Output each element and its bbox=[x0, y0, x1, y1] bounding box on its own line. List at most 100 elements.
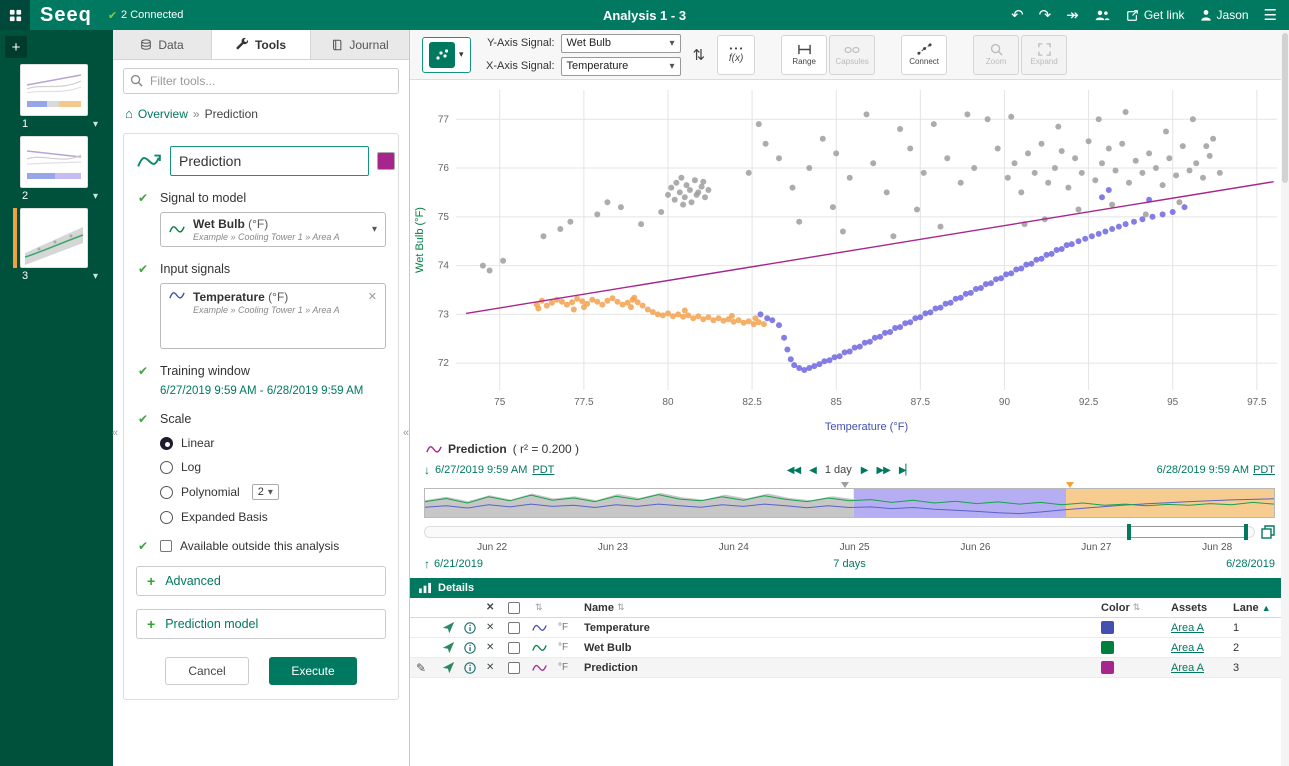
step-to-end-button[interactable]: ▶▏ bbox=[899, 465, 912, 476]
trend-signal-icon[interactable] bbox=[442, 661, 464, 674]
connection-status[interactable]: ✔ 2 Connected bbox=[108, 9, 184, 22]
user-menu[interactable]: Jason bbox=[1200, 8, 1249, 22]
x-axis-signal-select[interactable]: Temperature▾ bbox=[561, 57, 681, 76]
assets-column-header[interactable]: Assets bbox=[1171, 602, 1233, 614]
region-marker-orange[interactable] bbox=[1066, 482, 1074, 488]
table-row-temperature[interactable]: ✕ °F Temperature Area A 1 bbox=[410, 618, 1289, 638]
step-forward-button[interactable]: ▶ bbox=[861, 465, 868, 476]
collapse-tools-panel-handle[interactable]: « bbox=[403, 427, 409, 439]
scrollbar-handle-left[interactable] bbox=[1127, 524, 1131, 540]
step-forward-full-button[interactable]: ▶▶ bbox=[876, 465, 889, 476]
signal-name[interactable]: Prediction bbox=[584, 662, 1101, 674]
home-icon[interactable]: ⌂ bbox=[125, 106, 133, 121]
edit-icon[interactable]: ✎ bbox=[416, 661, 442, 675]
input-signals-box[interactable]: Temperature (°F) Example » Cooling Tower… bbox=[160, 283, 386, 349]
tab-data[interactable]: Data bbox=[113, 30, 212, 59]
color-swatch[interactable] bbox=[1101, 621, 1114, 634]
scrollbar-handle-right[interactable] bbox=[1244, 524, 1248, 540]
info-icon[interactable] bbox=[464, 662, 486, 674]
investigate-range-button[interactable] bbox=[1261, 525, 1275, 539]
fx-function-button[interactable]: f(x) bbox=[717, 35, 755, 75]
investigate-end-date[interactable]: 6/28/2019 bbox=[1226, 558, 1275, 570]
worksheet-thumbnail-1[interactable]: 1▾ bbox=[20, 64, 100, 130]
breadcrumb-overview-link[interactable]: Overview bbox=[138, 107, 188, 121]
step-size-label[interactable]: 1 day bbox=[825, 464, 852, 476]
color-swatch-button[interactable] bbox=[377, 152, 395, 170]
polynomial-degree-select[interactable]: 2▾ bbox=[252, 484, 279, 500]
signal-name[interactable]: Temperature bbox=[584, 622, 1101, 634]
hamburger-menu-button[interactable]: ☰ bbox=[1264, 8, 1277, 23]
cancel-button[interactable]: Cancel bbox=[165, 657, 249, 685]
scale-option-polynomial[interactable]: Polynomial 2▾ bbox=[160, 484, 386, 500]
time-scrollbar-window[interactable] bbox=[1128, 526, 1247, 538]
row-checkbox[interactable] bbox=[508, 642, 520, 654]
row-checkbox[interactable] bbox=[508, 662, 520, 674]
display-range-end[interactable]: 6/28/2019 9:59 AM bbox=[1157, 464, 1249, 476]
signal-to-model-select[interactable]: Wet Bulb (°F) Example » Cooling Tower 1 … bbox=[160, 212, 386, 247]
chart-type-button[interactable]: ▾ bbox=[422, 37, 471, 73]
scatter-chart[interactable]: 7577.58082.58587.59092.59597.57273747576… bbox=[410, 80, 1289, 438]
tool-name-input[interactable] bbox=[170, 146, 369, 176]
capsules-button[interactable]: Capsules bbox=[829, 35, 875, 75]
trend-signal-icon[interactable] bbox=[442, 621, 464, 634]
sort-icon[interactable]: ⇅ bbox=[617, 602, 625, 613]
step-back-full-button[interactable]: ◀◀ bbox=[787, 465, 800, 476]
sort-icon[interactable]: ⇅ bbox=[1133, 602, 1141, 613]
investigate-duration[interactable]: 7 days bbox=[833, 558, 865, 570]
training-end-link[interactable]: 6/28/2019 9:59 AM bbox=[267, 385, 364, 397]
chart-legend[interactable]: Prediction ( r² = 0.200 ) bbox=[410, 438, 1289, 460]
redo-button[interactable]: ↷ bbox=[1039, 8, 1052, 23]
table-row-prediction[interactable]: ✎ ✕ °F Prediction Area A 3 bbox=[410, 658, 1289, 678]
info-icon[interactable] bbox=[464, 622, 486, 634]
remove-icon[interactable]: ✕ bbox=[486, 642, 508, 653]
sort-type-icon[interactable]: ⇅ bbox=[535, 602, 558, 613]
swap-axes-button[interactable]: ⇅ bbox=[691, 46, 708, 64]
zoom-button[interactable]: Zoom bbox=[973, 35, 1019, 75]
info-icon[interactable] bbox=[464, 642, 486, 654]
execute-button[interactable]: Execute bbox=[269, 657, 357, 685]
radio[interactable] bbox=[160, 486, 173, 499]
remove-icon[interactable]: ✕ bbox=[486, 662, 508, 673]
undo-button[interactable]: ↶ bbox=[1011, 8, 1024, 23]
trend-signal-icon[interactable] bbox=[442, 641, 464, 654]
vertical-scrollbar[interactable] bbox=[1281, 30, 1289, 766]
new-worksheet-button[interactable]: + bbox=[5, 36, 27, 58]
signal-name[interactable]: Wet Bulb bbox=[584, 642, 1101, 654]
scale-option-linear[interactable]: Linear bbox=[160, 436, 386, 450]
collaborate-button[interactable] bbox=[1094, 9, 1111, 21]
y-axis-signal-select[interactable]: Wet Bulb▾ bbox=[561, 34, 681, 53]
get-link-button[interactable]: Get link bbox=[1126, 8, 1185, 22]
region-marker-gray[interactable] bbox=[841, 482, 849, 488]
asset-link[interactable]: Area A bbox=[1171, 642, 1204, 654]
remove-signal-icon[interactable]: ✕ bbox=[368, 290, 377, 303]
details-panel-header[interactable]: Details bbox=[410, 578, 1289, 598]
radio[interactable] bbox=[160, 461, 173, 474]
redo-all-button[interactable]: ↠ bbox=[1066, 8, 1079, 23]
trend-preview-strip[interactable] bbox=[424, 488, 1275, 518]
table-row-wet-bulb[interactable]: ✕ °F Wet Bulb Area A 2 bbox=[410, 638, 1289, 658]
remove-icon[interactable]: ✕ bbox=[486, 622, 508, 633]
lane-column-header[interactable]: Lane▲ bbox=[1233, 602, 1283, 614]
prediction-model-expander[interactable]: + Prediction model bbox=[136, 609, 386, 639]
timezone-link[interactable]: PDT bbox=[1253, 464, 1275, 476]
available-outside-checkbox-row[interactable]: Available outside this analysis bbox=[160, 539, 386, 553]
training-start-link[interactable]: 6/27/2019 9:59 AM bbox=[160, 385, 257, 397]
connect-button[interactable]: Connect bbox=[901, 35, 947, 75]
time-scrollbar-track[interactable] bbox=[424, 526, 1255, 538]
asset-link[interactable]: Area A bbox=[1171, 622, 1204, 634]
investigate-start-date[interactable]: 6/21/2019 bbox=[434, 558, 483, 570]
color-column-header[interactable]: Color⇅ bbox=[1101, 602, 1171, 614]
timezone-link[interactable]: PDT bbox=[532, 464, 554, 476]
color-swatch[interactable] bbox=[1101, 661, 1114, 674]
apps-grid-button[interactable] bbox=[0, 0, 30, 30]
radio[interactable] bbox=[160, 511, 173, 524]
expand-button[interactable]: Expand bbox=[1021, 35, 1067, 75]
name-column-header[interactable]: Name⇅ bbox=[584, 602, 1101, 614]
row-checkbox[interactable] bbox=[508, 622, 520, 634]
radio-checked[interactable] bbox=[160, 437, 173, 450]
display-range-start[interactable]: 6/27/2019 9:59 AM bbox=[435, 464, 527, 476]
scale-option-log[interactable]: Log bbox=[160, 460, 386, 474]
available-outside-checkbox[interactable] bbox=[160, 540, 172, 552]
asset-link[interactable]: Area A bbox=[1171, 662, 1204, 674]
scrollbar-thumb[interactable] bbox=[1282, 33, 1288, 183]
